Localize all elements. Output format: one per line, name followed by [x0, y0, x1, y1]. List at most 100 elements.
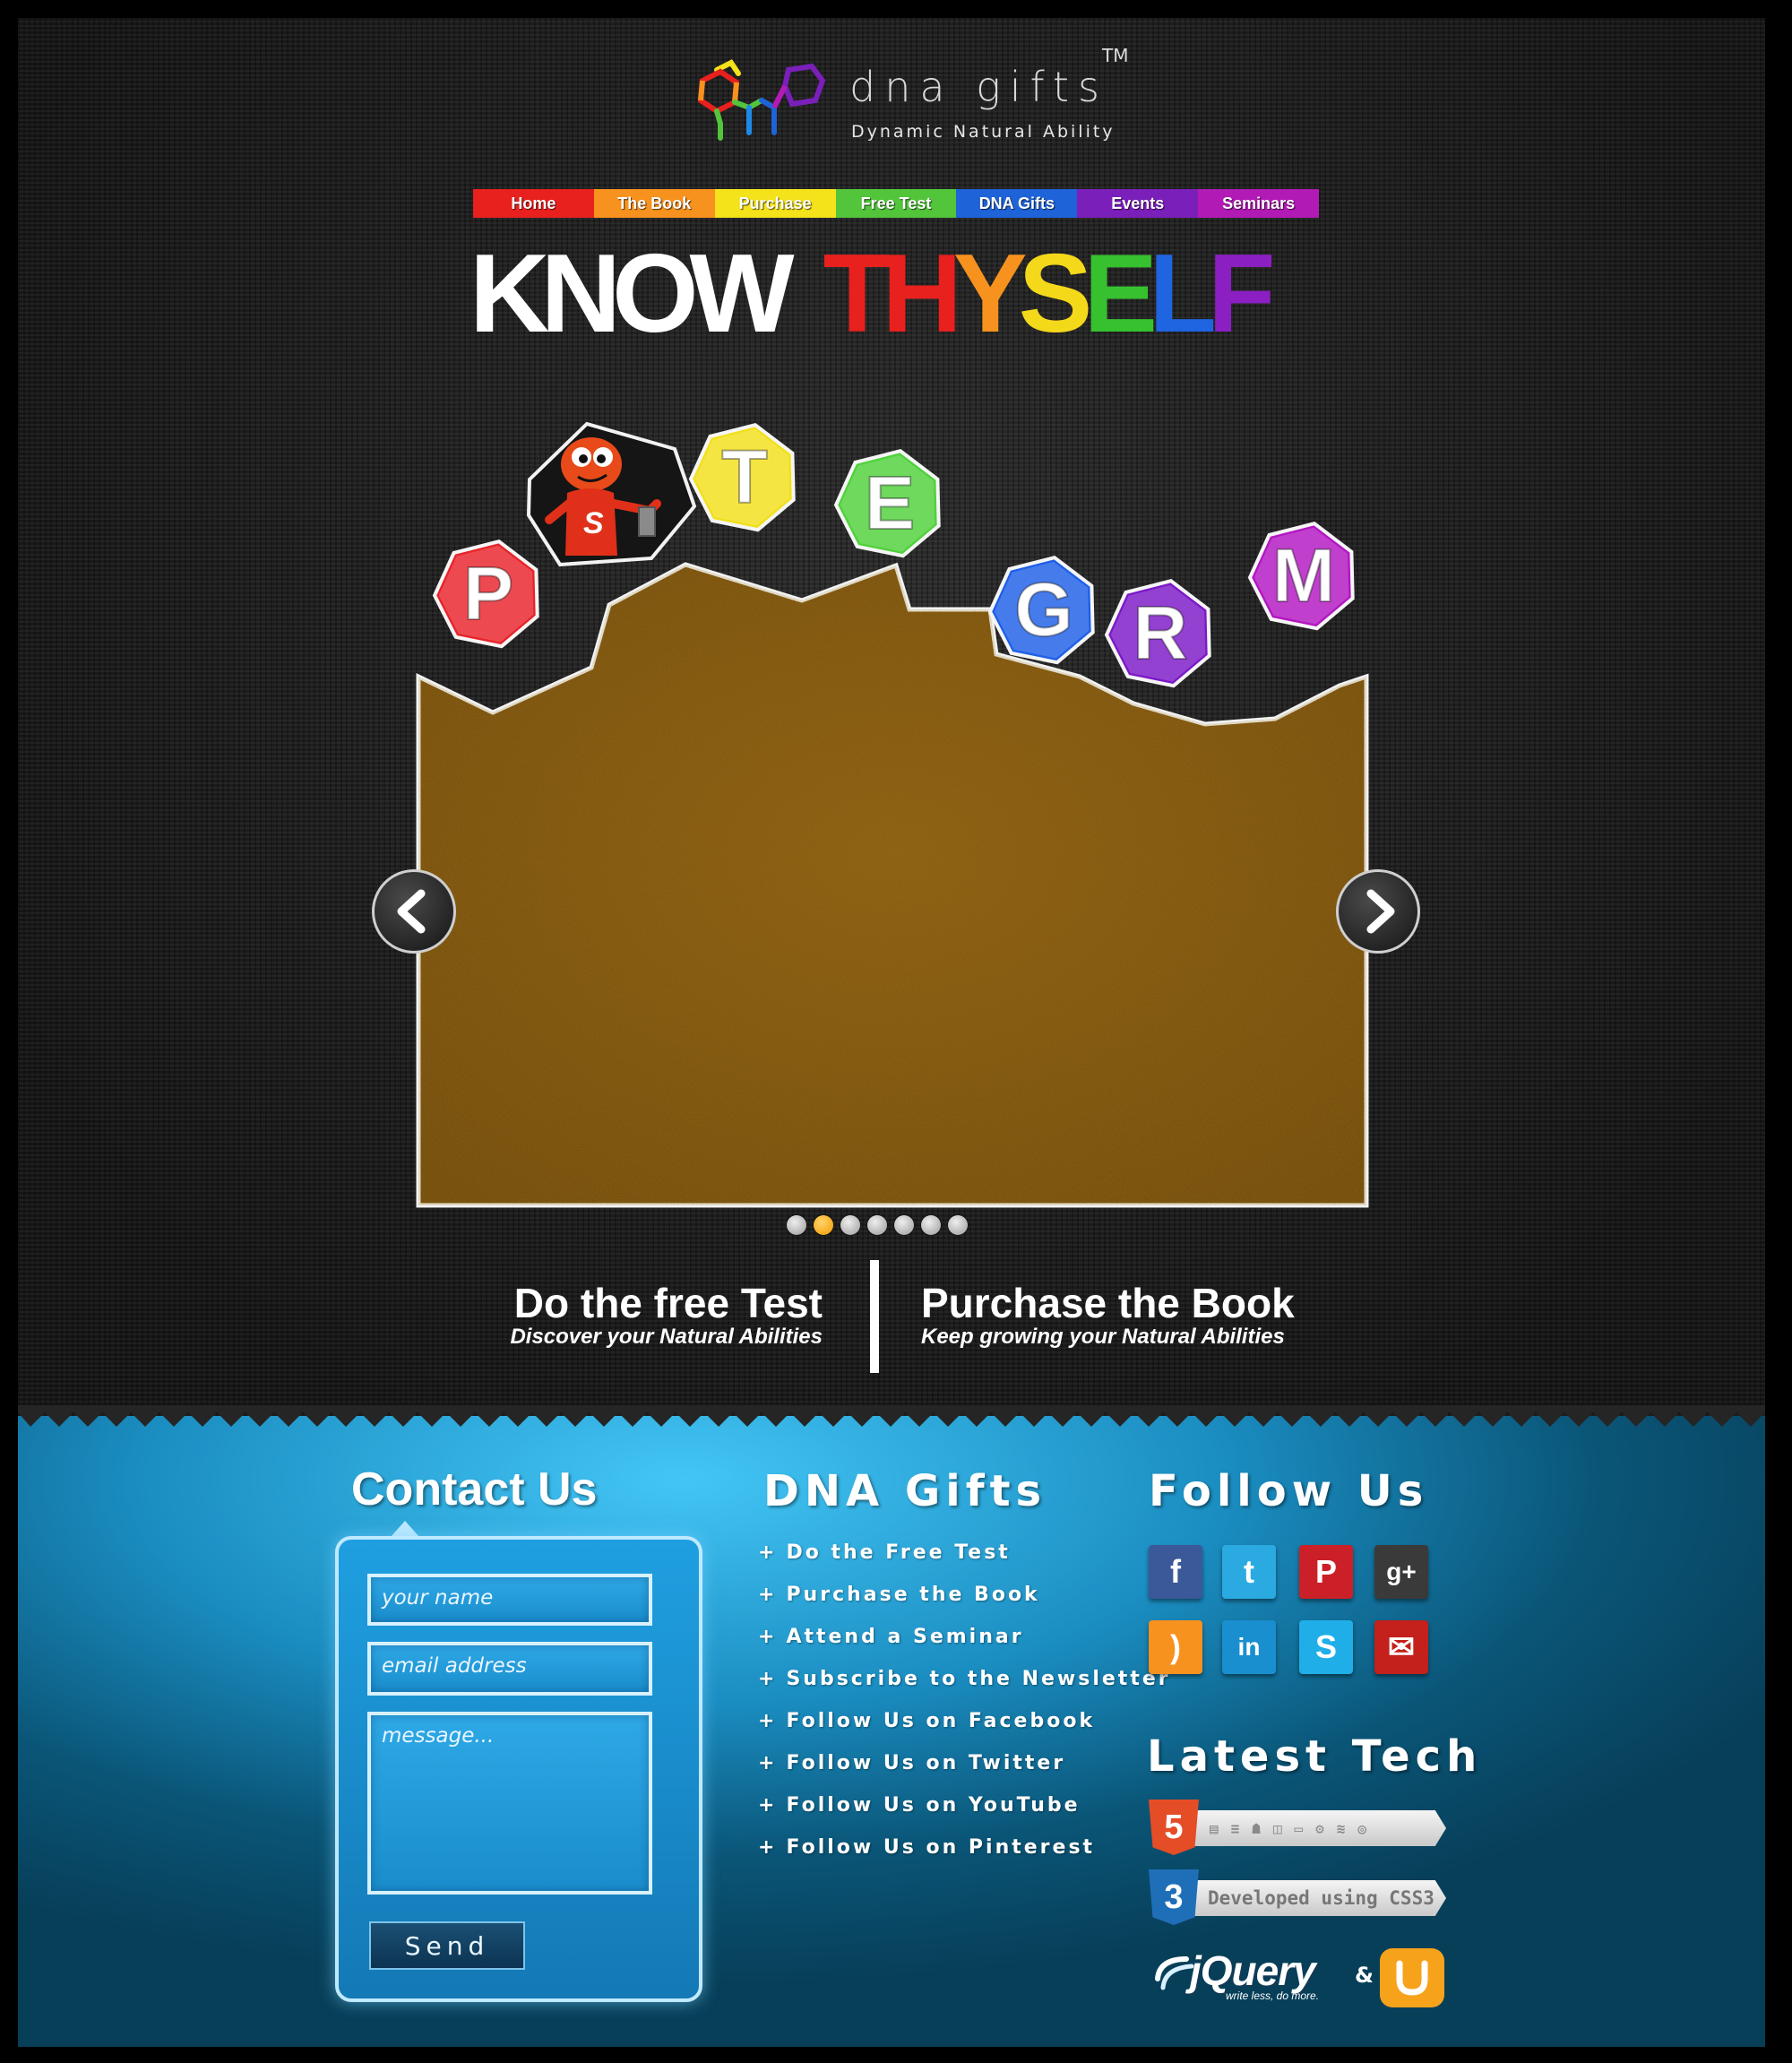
- headline-letter: T: [823, 232, 892, 356]
- brand-tagline: Dynamic Natural Ability: [851, 122, 1116, 142]
- torn-edge-divider: [18, 1405, 1765, 1427]
- contact-title: Contact Us: [351, 1463, 598, 1515]
- headline-letter: Y: [952, 232, 1028, 356]
- trademark-mark: TM: [1102, 45, 1129, 66]
- letter-hexagon-r: R: [1104, 579, 1211, 688]
- google-plus-icon[interactable]: g+: [1374, 1545, 1428, 1599]
- html5-logo-icon: 5: [1149, 1800, 1199, 1855]
- linkedin-icon[interactable]: in: [1222, 1620, 1276, 1674]
- link-purchase-book[interactable]: + Purchase the Book: [758, 1584, 1171, 1626]
- letter-hexagon-p: P: [432, 539, 539, 649]
- slider-dot[interactable]: [948, 1215, 968, 1235]
- letter-hexagons: P T E G RM: [432, 423, 1355, 688]
- nav-dna-gifts[interactable]: DNA Gifts: [956, 189, 1078, 218]
- slider-next-button[interactable]: [1336, 869, 1420, 954]
- slider-dot[interactable]: [921, 1215, 941, 1235]
- html5-badge[interactable]: ▤≡☗◫▭⚙≋◎: [1172, 1810, 1446, 1846]
- headline-letter: L: [1149, 232, 1217, 356]
- uikit-logo-icon[interactable]: [1380, 1948, 1444, 2007]
- slider-dot[interactable]: [894, 1215, 914, 1235]
- twitter-icon[interactable]: t: [1222, 1545, 1276, 1599]
- latest-tech-title: Latest Tech: [1147, 1731, 1483, 1782]
- nav-free-test[interactable]: Free Test: [835, 189, 957, 218]
- brand-logo[interactable]: dna gifts Dynamic Natural Ability TM: [681, 45, 1129, 152]
- link-label: Follow Us on Twitter: [786, 1752, 1066, 1774]
- social-glyph: t: [1244, 1553, 1254, 1590]
- social-glyph: ): [1170, 1628, 1181, 1665]
- headline-thyself: THYSELF: [823, 232, 1276, 356]
- plus-icon: +: [758, 1752, 778, 1774]
- hexagon-letter: M: [1272, 533, 1335, 617]
- jquery-logo[interactable]: jQuery write less, do more.: [1150, 1945, 1348, 2007]
- jquery-wordmark: jQuery: [1190, 1947, 1316, 1994]
- dna-gifts-links: + Do the Free Test + Purchase the Book + At…: [758, 1541, 1171, 1878]
- nav-home[interactable]: Home: [473, 189, 594, 218]
- social-glyph: P: [1314, 1553, 1337, 1590]
- send-button[interactable]: Send: [369, 1921, 525, 1970]
- hexagon-letter: R: [1133, 591, 1188, 675]
- link-subscribe-newsletter[interactable]: + Subscribe to the Newsletter: [758, 1668, 1171, 1710]
- social-glyph: in: [1237, 1633, 1261, 1661]
- link-attend-seminar[interactable]: + Attend a Seminar: [758, 1626, 1171, 1668]
- purchase-book-cta[interactable]: Purchase the Book Keep growing your Natu…: [921, 1280, 1333, 1348]
- headline-letter: E: [1083, 232, 1158, 356]
- html5-feature-icons: ▤≡☗◫▭⚙≋◎: [1210, 1819, 1380, 1837]
- hexagon-letter: E: [865, 461, 915, 545]
- headline-letter: H: [882, 232, 962, 356]
- slider-dot[interactable]: [840, 1215, 860, 1235]
- css3-badge[interactable]: Developed using CSS3: [1172, 1880, 1446, 1916]
- headline-letter: S: [1018, 232, 1093, 356]
- link-follow-pinterest[interactable]: + Follow Us on Pinterest: [758, 1836, 1171, 1878]
- letter-hexagon-t: T: [688, 423, 796, 532]
- page: dna gifts Dynamic Natural Ability TM Hom…: [0, 0, 1792, 2063]
- u-glyph-icon: [1396, 1960, 1428, 1996]
- slider-dot[interactable]: [814, 1215, 833, 1235]
- chevron-left-icon: [397, 889, 426, 934]
- slider-dot[interactable]: [787, 1215, 806, 1235]
- hexagon-letter: G: [1014, 567, 1073, 652]
- email-icon[interactable]: ✉: [1374, 1620, 1428, 1674]
- chevron-right-icon: [1366, 889, 1395, 934]
- nav-purchase[interactable]: Purchase: [714, 189, 836, 218]
- jquery-tagline: write less, do more.: [1226, 1990, 1320, 2002]
- pinterest-icon[interactable]: P: [1299, 1545, 1353, 1599]
- free-test-cta-title: Do the free Test: [513, 1280, 823, 1326]
- link-follow-youtube[interactable]: + Follow Us on YouTube: [758, 1794, 1171, 1836]
- letter-hexagon-g: G: [987, 556, 1095, 665]
- purchase-book-cta-subtitle: Keep growing your Natural Abilities: [921, 1325, 1285, 1349]
- headline-know: KNOW: [470, 232, 795, 356]
- name-field[interactable]: your name: [367, 1574, 652, 1626]
- slider-prev-button[interactable]: [372, 869, 456, 954]
- link-label: Follow Us on Facebook: [786, 1710, 1096, 1732]
- nav-the-book[interactable]: The Book: [593, 189, 715, 218]
- email-field[interactable]: email address: [367, 1642, 652, 1696]
- link-free-test[interactable]: + Do the Free Test: [758, 1541, 1171, 1584]
- slider-dot[interactable]: [867, 1215, 887, 1235]
- social-glyph: ✉: [1387, 1628, 1416, 1665]
- link-label: Attend a Seminar: [786, 1626, 1024, 1648]
- plus-icon: +: [758, 1584, 778, 1606]
- rss-icon[interactable]: ): [1149, 1620, 1202, 1674]
- hexagon-letter: T: [721, 435, 767, 519]
- plus-icon: +: [758, 1836, 778, 1859]
- dna-gifts-title: DNA Gifts: [763, 1466, 1047, 1516]
- nav-events[interactable]: Events: [1077, 189, 1199, 218]
- nav-seminars[interactable]: Seminars: [1198, 189, 1320, 218]
- link-follow-twitter[interactable]: + Follow Us on Twitter: [758, 1752, 1171, 1794]
- social-glyph: f: [1170, 1553, 1181, 1590]
- free-test-cta[interactable]: Do the free Test Discover your Natural A…: [473, 1280, 823, 1348]
- slider-pagination: [787, 1215, 968, 1235]
- brand-name: dna gifts: [849, 63, 1108, 111]
- css3-badge-text: Developed using CSS3: [1208, 1887, 1434, 1909]
- skype-icon[interactable]: S: [1299, 1620, 1353, 1674]
- link-follow-facebook[interactable]: + Follow Us on Facebook: [758, 1710, 1171, 1752]
- letter-hexagon-m: M: [1247, 522, 1355, 631]
- dna-logo-icon: [697, 59, 826, 141]
- letter-hexagon-e: E: [833, 449, 941, 558]
- ampersand: &: [1355, 1963, 1374, 1988]
- main-navigation: Home The Book Purchase Free Test DNA Gif…: [473, 189, 1320, 218]
- purchase-book-cta-title: Purchase the Book: [921, 1280, 1295, 1326]
- hero-slider: S PTEGRM: [372, 381, 1420, 1241]
- message-field[interactable]: message...: [367, 1712, 652, 1895]
- facebook-icon[interactable]: f: [1149, 1545, 1202, 1599]
